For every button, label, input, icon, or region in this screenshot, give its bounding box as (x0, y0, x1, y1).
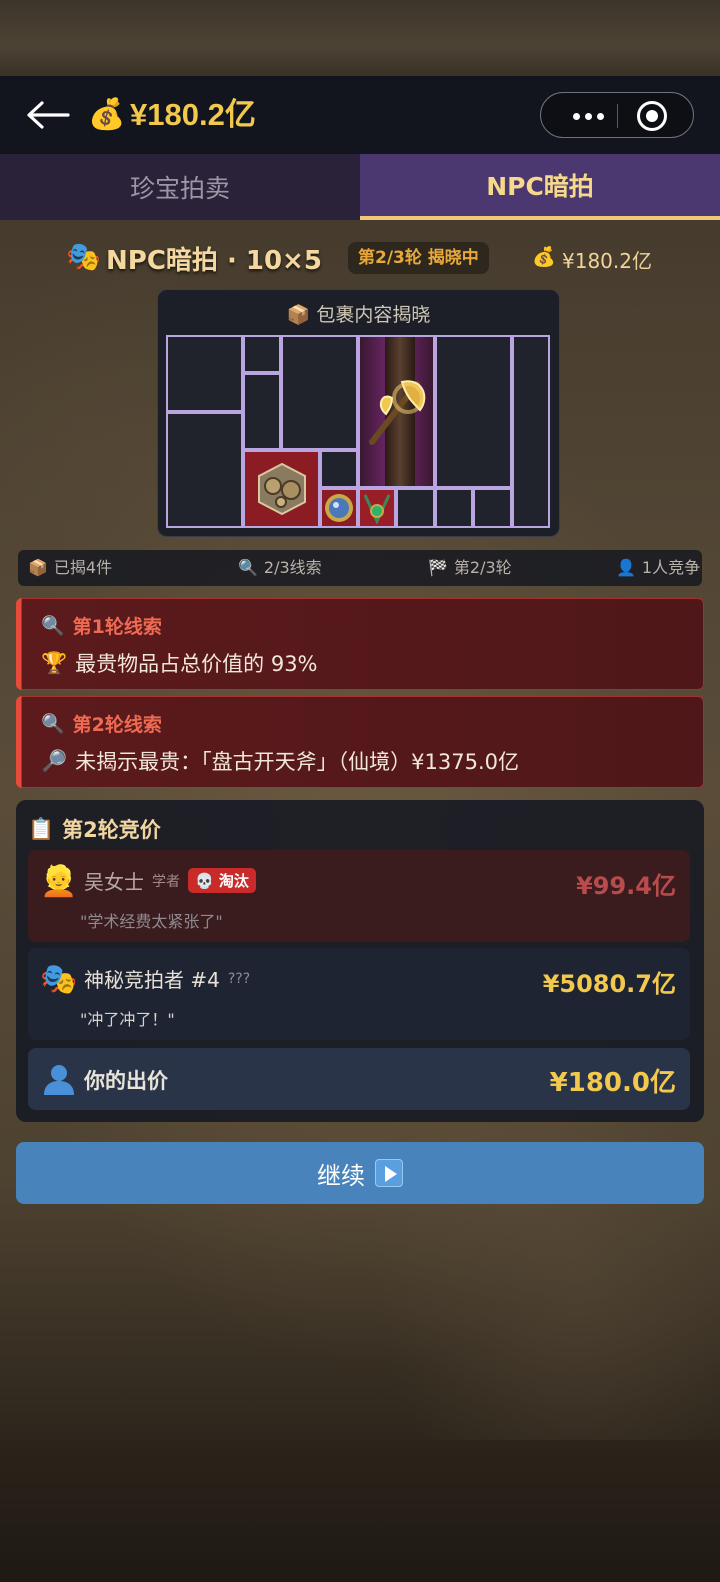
crystal-orb-icon (325, 494, 353, 522)
more-menu-icon[interactable] (559, 93, 617, 139)
user-icon: 👤 (616, 558, 636, 577)
clue-title: 🔍 第1轮线索 (41, 612, 162, 639)
grid-slot-empty (473, 488, 512, 528)
my-bid-label: 你的出价 (84, 1069, 168, 1093)
bidder-name-line: 神秘竞拍者 #4 ??? (84, 964, 250, 993)
magnifier-icon: 🔍 (238, 558, 258, 577)
clue-text: 🔎 未揭示最贵：「盘古开天斧」（仙境）¥1375.0亿 (41, 746, 519, 776)
amulet-icon (363, 494, 391, 525)
package-icon: 📦 (286, 304, 311, 326)
stat-clues: 🔍 2/3线索 (238, 550, 322, 586)
magnifier-icon: 🔍 (41, 615, 65, 637)
balance-amount: ¥180.2亿 (130, 97, 256, 132)
back-arrow-icon[interactable] (24, 98, 70, 132)
stat-competitors: 👤 1人竞争 (616, 550, 700, 586)
bidder-tag: 学者 (152, 873, 180, 890)
grid-slot-empty (243, 373, 281, 450)
continue-button[interactable]: 继续 (16, 1142, 704, 1204)
money-bag-icon: 💰 (88, 97, 126, 132)
money-bag-icon: 💰 (532, 246, 556, 268)
theater-masks-icon: 🎭 (66, 240, 101, 273)
my-bid-amount: ¥180.0亿 (549, 1068, 676, 1098)
auction-balance: ¥180.2亿 (562, 249, 652, 273)
grid-item-axe[interactable] (358, 335, 435, 488)
grid-slot-empty (281, 335, 358, 450)
user-silhouette-icon (44, 1065, 74, 1095)
bidder-row: 🎭 神秘竞拍者 #4 ??? ¥5080.7亿 "冲了冲了！" (28, 948, 690, 1040)
grid-item-orb[interactable] (320, 488, 358, 528)
clue-card-round2: 🔍 第2轮线索 🔎 未揭示最贵：「盘古开天斧」（仙境）¥1375.0亿 (16, 696, 704, 788)
skull-icon: 💀 (195, 872, 214, 890)
stat-revealed-text: 已揭4件 (53, 558, 113, 577)
tab-npc-blind-auction[interactable]: NPC暗拍 (360, 154, 720, 220)
grid-slot-empty (166, 412, 243, 528)
auction-title-row: 🎭 NPC暗拍 · 10×5 第2/3轮 揭晓中 💰 ¥180.2亿 (0, 236, 720, 282)
trophy-icon: 🏆 (41, 650, 68, 675)
bidder-name: 吴女士 (84, 870, 144, 894)
round-status-badge: 第2/3轮 揭晓中 (348, 242, 489, 274)
bidder-name-line: 吴女士 学者 💀 淘汰 (84, 866, 256, 895)
auction-stats-bar: 📦 已揭4件 🔍 2/3线索 🏁 第2/3轮 👤 1人竞争 (18, 550, 702, 586)
tab-bar: 珍宝拍卖 NPC暗拍 (0, 154, 720, 220)
reveal-title: 包裹内容揭晓 (316, 304, 431, 326)
grid-item-clockwork-box[interactable] (243, 450, 320, 528)
grid-slot-empty (243, 335, 281, 373)
grid-slot-empty (166, 335, 243, 412)
clue-body-text: 最贵物品占总价值的 93% (75, 652, 318, 676)
bidder-amount: ¥5080.7亿 (542, 970, 676, 998)
grid-slot-empty (435, 335, 512, 488)
bidding-title-text: 第2轮竞价 (62, 818, 161, 842)
bidder-quote: "学术经费太紧张了" (80, 912, 223, 931)
bidder-tag: ??? (227, 970, 251, 987)
package-icon: 📦 (28, 558, 48, 577)
grid-item-amulet[interactable] (358, 488, 396, 528)
clue-text: 🏆 最贵物品占总价值的 93% (41, 648, 318, 678)
grid-slot-empty (396, 488, 435, 528)
checkered-flag-icon: 🏁 (428, 558, 448, 577)
reveal-header: 📦 包裹内容揭晓 (158, 300, 559, 327)
clue-card-round1: 🔍 第1轮线索 🏆 最贵物品占总价值的 93% (16, 598, 704, 690)
bidder-amount: ¥99.4亿 (576, 872, 676, 900)
grid-slot-empty (512, 335, 550, 528)
bidding-title: 📋 第2轮竞价 (28, 814, 161, 844)
theater-masks-icon: 🎭 (40, 962, 78, 997)
clue-title-text: 第1轮线索 (72, 616, 162, 638)
mini-program-capsule (540, 92, 694, 138)
clipboard-icon: 📋 (28, 816, 55, 841)
stat-revealed: 📦 已揭4件 (28, 550, 112, 586)
clockwork-box-icon (257, 462, 306, 516)
magnifier-right-icon: 🔎 (41, 748, 68, 773)
battle-axe-icon (368, 379, 425, 445)
capsule-divider (617, 104, 618, 128)
my-bid-row[interactable]: 你的出价 ¥180.0亿 (28, 1048, 690, 1110)
auction-title: NPC暗拍 · 10×5 (106, 246, 322, 276)
bidding-panel: 📋 第2轮竞价 👱 吴女士 学者 💀 淘汰 ¥99.4亿 "学术经费太紧张了" … (16, 800, 704, 1122)
continue-label: 继续 (317, 1161, 365, 1190)
stat-competitors-text: 1人竞争 (641, 558, 701, 577)
package-grid (166, 335, 552, 530)
package-reveal-panel: 📦 包裹内容揭晓 (157, 289, 560, 537)
close-target-icon[interactable] (637, 101, 667, 131)
bidder-quote: "冲了冲了！" (80, 1010, 175, 1029)
tab-treasure-auction[interactable]: 珍宝拍卖 (0, 154, 360, 220)
grid-slot-empty (435, 488, 473, 528)
clue-body-text: 未揭示最贵：「盘古开天斧」（仙境）¥1375.0亿 (75, 750, 519, 774)
eliminated-badge: 💀 淘汰 (188, 868, 256, 893)
top-bar: 💰 ¥180.2亿 (0, 76, 720, 154)
stat-round-text: 第2/3轮 (453, 558, 512, 577)
eliminated-badge-text: 淘汰 (218, 872, 249, 890)
bidder-name: 神秘竞拍者 #4 (84, 968, 220, 992)
play-icon (375, 1159, 403, 1187)
bidder-row: 👱 吴女士 学者 💀 淘汰 ¥99.4亿 "学术经费太紧张了" (28, 850, 690, 942)
clue-title-text: 第2轮线索 (72, 714, 162, 736)
person-avatar-icon: 👱 (40, 864, 78, 899)
clue-title: 🔍 第2轮线索 (41, 710, 162, 737)
stat-round: 🏁 第2/3轮 (428, 550, 512, 586)
stat-clues-text: 2/3线索 (263, 558, 322, 577)
grid-slot-empty (320, 450, 358, 488)
magnifier-icon: 🔍 (41, 713, 65, 735)
